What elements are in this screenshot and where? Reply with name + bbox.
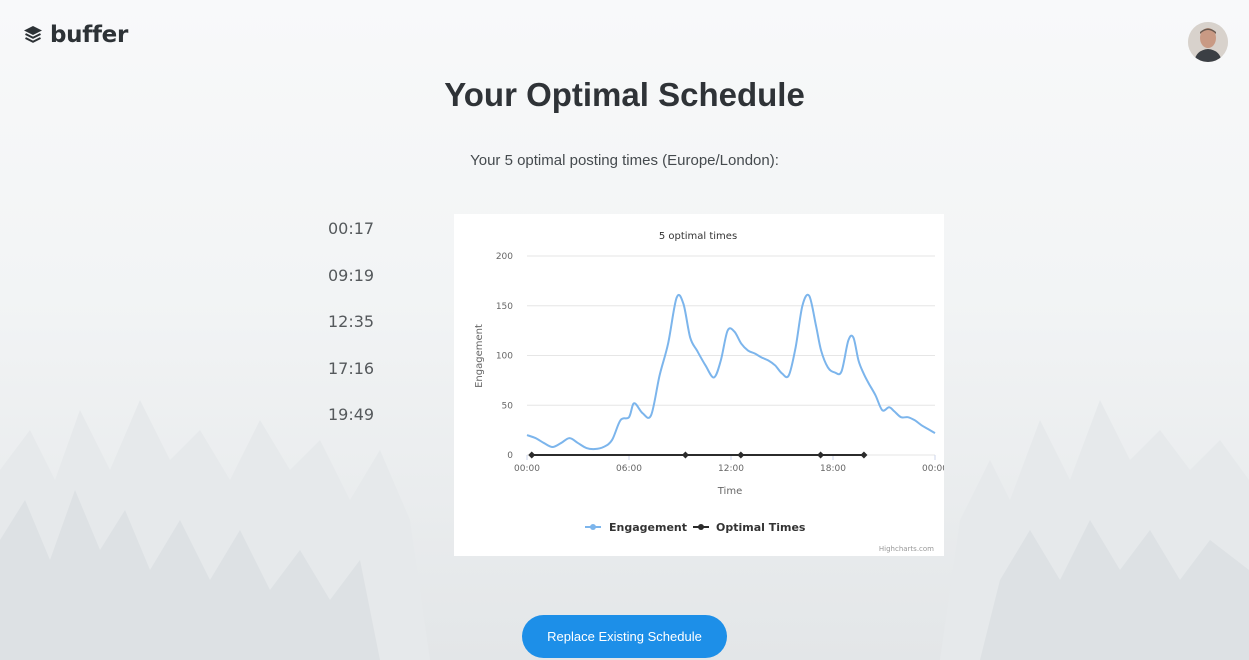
y-tick-label: 0 [507, 451, 513, 461]
page-subtitle: Your 5 optimal posting times (Europe/Lon… [470, 152, 779, 169]
replace-schedule-button[interactable]: Replace Existing Schedule [522, 615, 727, 658]
x-tick-label: 00:00 [514, 464, 540, 474]
engagement-chart: 5 optimal times 0 50 100 150 200 00:00 06:00 1… [474, 231, 944, 553]
legend-marker [590, 524, 596, 530]
optimal-times-list: 00:17 09:19 12:35 17:16 19:49 [328, 219, 374, 452]
time-item: 17:16 [328, 358, 375, 378]
engagement-line [526, 293, 936, 451]
legend-label: Optimal Times [716, 521, 806, 534]
user-avatar-image [1188, 22, 1228, 62]
x-tick-label: 18:00 [820, 464, 846, 474]
user-avatar[interactable] [1188, 22, 1228, 62]
x-tick-label: 00:00 [922, 464, 944, 474]
brand-name: buffer [50, 22, 128, 48]
x-tick-label: 06:00 [616, 464, 642, 474]
optimal-time-marker [860, 451, 868, 459]
legend-label: Engagement [609, 521, 687, 534]
y-tick-label: 150 [496, 302, 513, 312]
legend-item-engagement[interactable]: Engagement [585, 521, 687, 534]
x-axis-label: Time [717, 486, 742, 497]
y-axis-label: Engagement [474, 324, 485, 388]
optimal-time-marker [681, 451, 689, 459]
layers-icon [24, 26, 42, 43]
buffer-logo[interactable]: buffer [22, 22, 128, 48]
time-item: 12:35 [328, 312, 375, 332]
chart-legend: Engagement Optimal Times [585, 521, 806, 534]
time-item: 19:49 [328, 405, 375, 425]
time-item: 09:19 [328, 265, 375, 285]
time-item: 00:17 [328, 219, 375, 238]
legend-marker [698, 524, 704, 530]
chart-title: 5 optimal times [659, 231, 737, 242]
legend-item-optimal-times[interactable]: Optimal Times [693, 521, 806, 534]
optimal-time-marker [817, 451, 825, 459]
chart-card: 5 optimal times 0 50 100 150 200 00:00 06:00 1… [454, 214, 944, 556]
optimal-time-marker [528, 451, 536, 459]
optimal-time-marker [737, 451, 745, 459]
y-tick-label: 100 [496, 352, 513, 362]
chart-credit[interactable]: Highcharts.com [879, 545, 934, 553]
y-tick-label: 50 [502, 401, 514, 411]
x-tick-label: 12:00 [718, 464, 744, 474]
page-title: Your Optimal Schedule [444, 76, 805, 113]
y-tick-label: 200 [496, 252, 513, 262]
